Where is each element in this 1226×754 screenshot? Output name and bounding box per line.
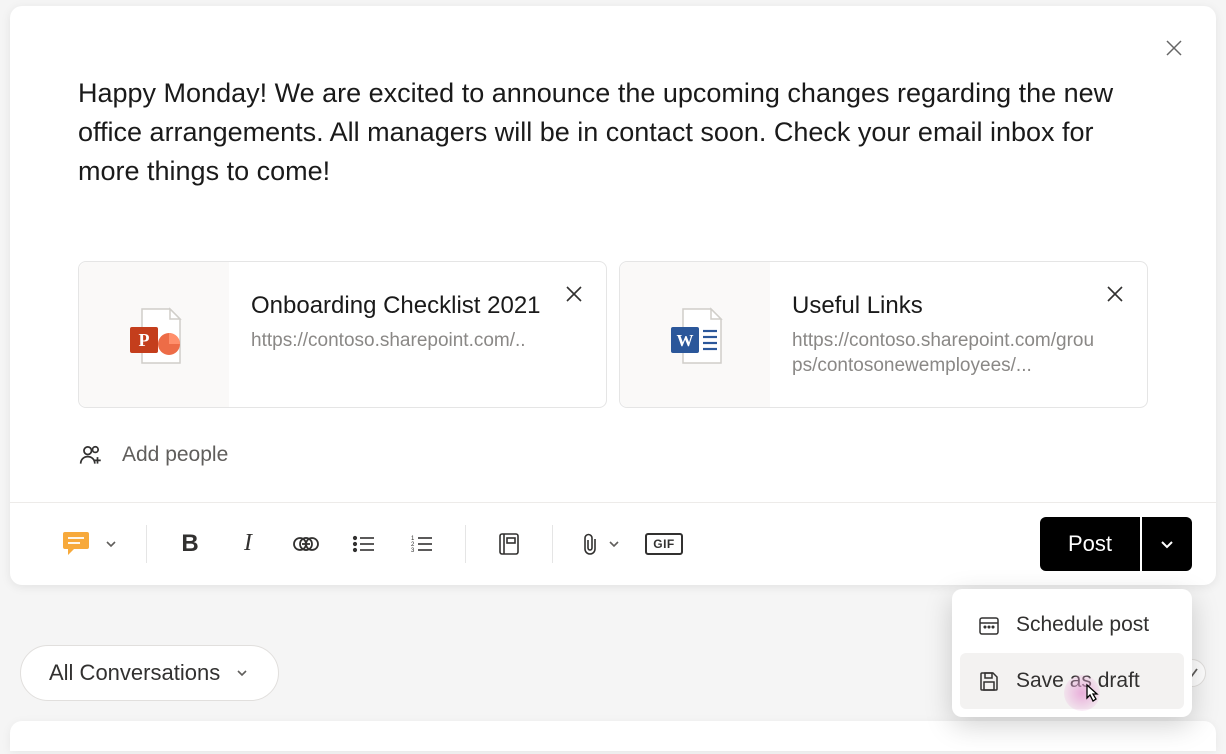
feed-card (10, 721, 1216, 751)
attachment-card[interactable]: P Onboarding Checklist 2021 https://cont… (78, 261, 607, 407)
gif-button[interactable]: GIF (649, 529, 679, 559)
filter-label: All Conversations (49, 660, 220, 686)
save-icon (978, 670, 1000, 692)
close-button[interactable] (1162, 36, 1186, 60)
message-textarea[interactable]: Happy Monday! We are excited to announce… (78, 74, 1148, 191)
schedule-post-item[interactable]: Schedule post (960, 597, 1184, 653)
book-icon (498, 532, 520, 556)
attach-button[interactable] (581, 529, 621, 559)
remove-attachment-button[interactable] (1105, 284, 1125, 304)
people-add-icon (78, 442, 104, 468)
cursor-icon (1080, 683, 1102, 705)
bullet-list-icon (352, 534, 376, 554)
link-button[interactable] (291, 529, 321, 559)
calendar-icon (978, 614, 1000, 636)
svg-text:W: W (677, 331, 694, 350)
compose-card: Happy Monday! We are excited to announce… (10, 6, 1216, 585)
chevron-down-icon (607, 537, 621, 551)
powerpoint-icon: P (122, 303, 186, 367)
attachment-url: https://contoso.sharepoint.com/groups/co… (792, 328, 1097, 379)
bullet-list-button[interactable] (349, 529, 379, 559)
svg-text:3: 3 (411, 548, 415, 554)
chevron-down-icon (104, 537, 118, 551)
post-options-menu: Schedule post Save as draft (952, 589, 1192, 717)
discussion-icon (60, 529, 94, 559)
italic-button[interactable]: I (233, 529, 263, 559)
attachment-thumbnail: P (79, 262, 229, 406)
attachment-url: https://contoso.sharepoint.com/.. (251, 328, 556, 354)
paperclip-icon (581, 532, 599, 556)
numbered-list-icon: 1 2 3 (410, 534, 434, 554)
numbered-list-button[interactable]: 1 2 3 (407, 529, 437, 559)
toolbar: B I 1 2 (10, 502, 1216, 585)
conversations-filter[interactable]: All Conversations (20, 645, 279, 701)
menu-item-label: Schedule post (1016, 613, 1149, 637)
add-people-button[interactable]: Add people (78, 438, 1148, 472)
chevron-down-icon (1158, 535, 1176, 553)
post-button[interactable]: Post (1040, 517, 1140, 571)
bold-button[interactable]: B (175, 529, 205, 559)
attachment-card[interactable]: W Useful Links https://contoso.sharepoin… (619, 261, 1148, 407)
svg-text:P: P (139, 330, 150, 350)
menu-item-label: Save as draft (1016, 669, 1140, 693)
gif-icon: GIF (645, 533, 683, 555)
topic-button[interactable] (494, 529, 524, 559)
link-icon (292, 534, 320, 554)
word-icon: W (663, 303, 727, 367)
attachments-row: P Onboarding Checklist 2021 https://cont… (78, 261, 1148, 407)
attachment-title: Onboarding Checklist 2021 (251, 290, 556, 321)
save-draft-item[interactable]: Save as draft (960, 653, 1184, 709)
attachment-title: Useful Links (792, 290, 1097, 321)
post-options-button[interactable] (1142, 517, 1192, 571)
remove-attachment-button[interactable] (564, 284, 584, 304)
attachment-thumbnail: W (620, 262, 770, 406)
add-people-label: Add people (122, 443, 228, 467)
post-type-selector[interactable] (60, 529, 118, 559)
chevron-down-icon (234, 665, 250, 681)
